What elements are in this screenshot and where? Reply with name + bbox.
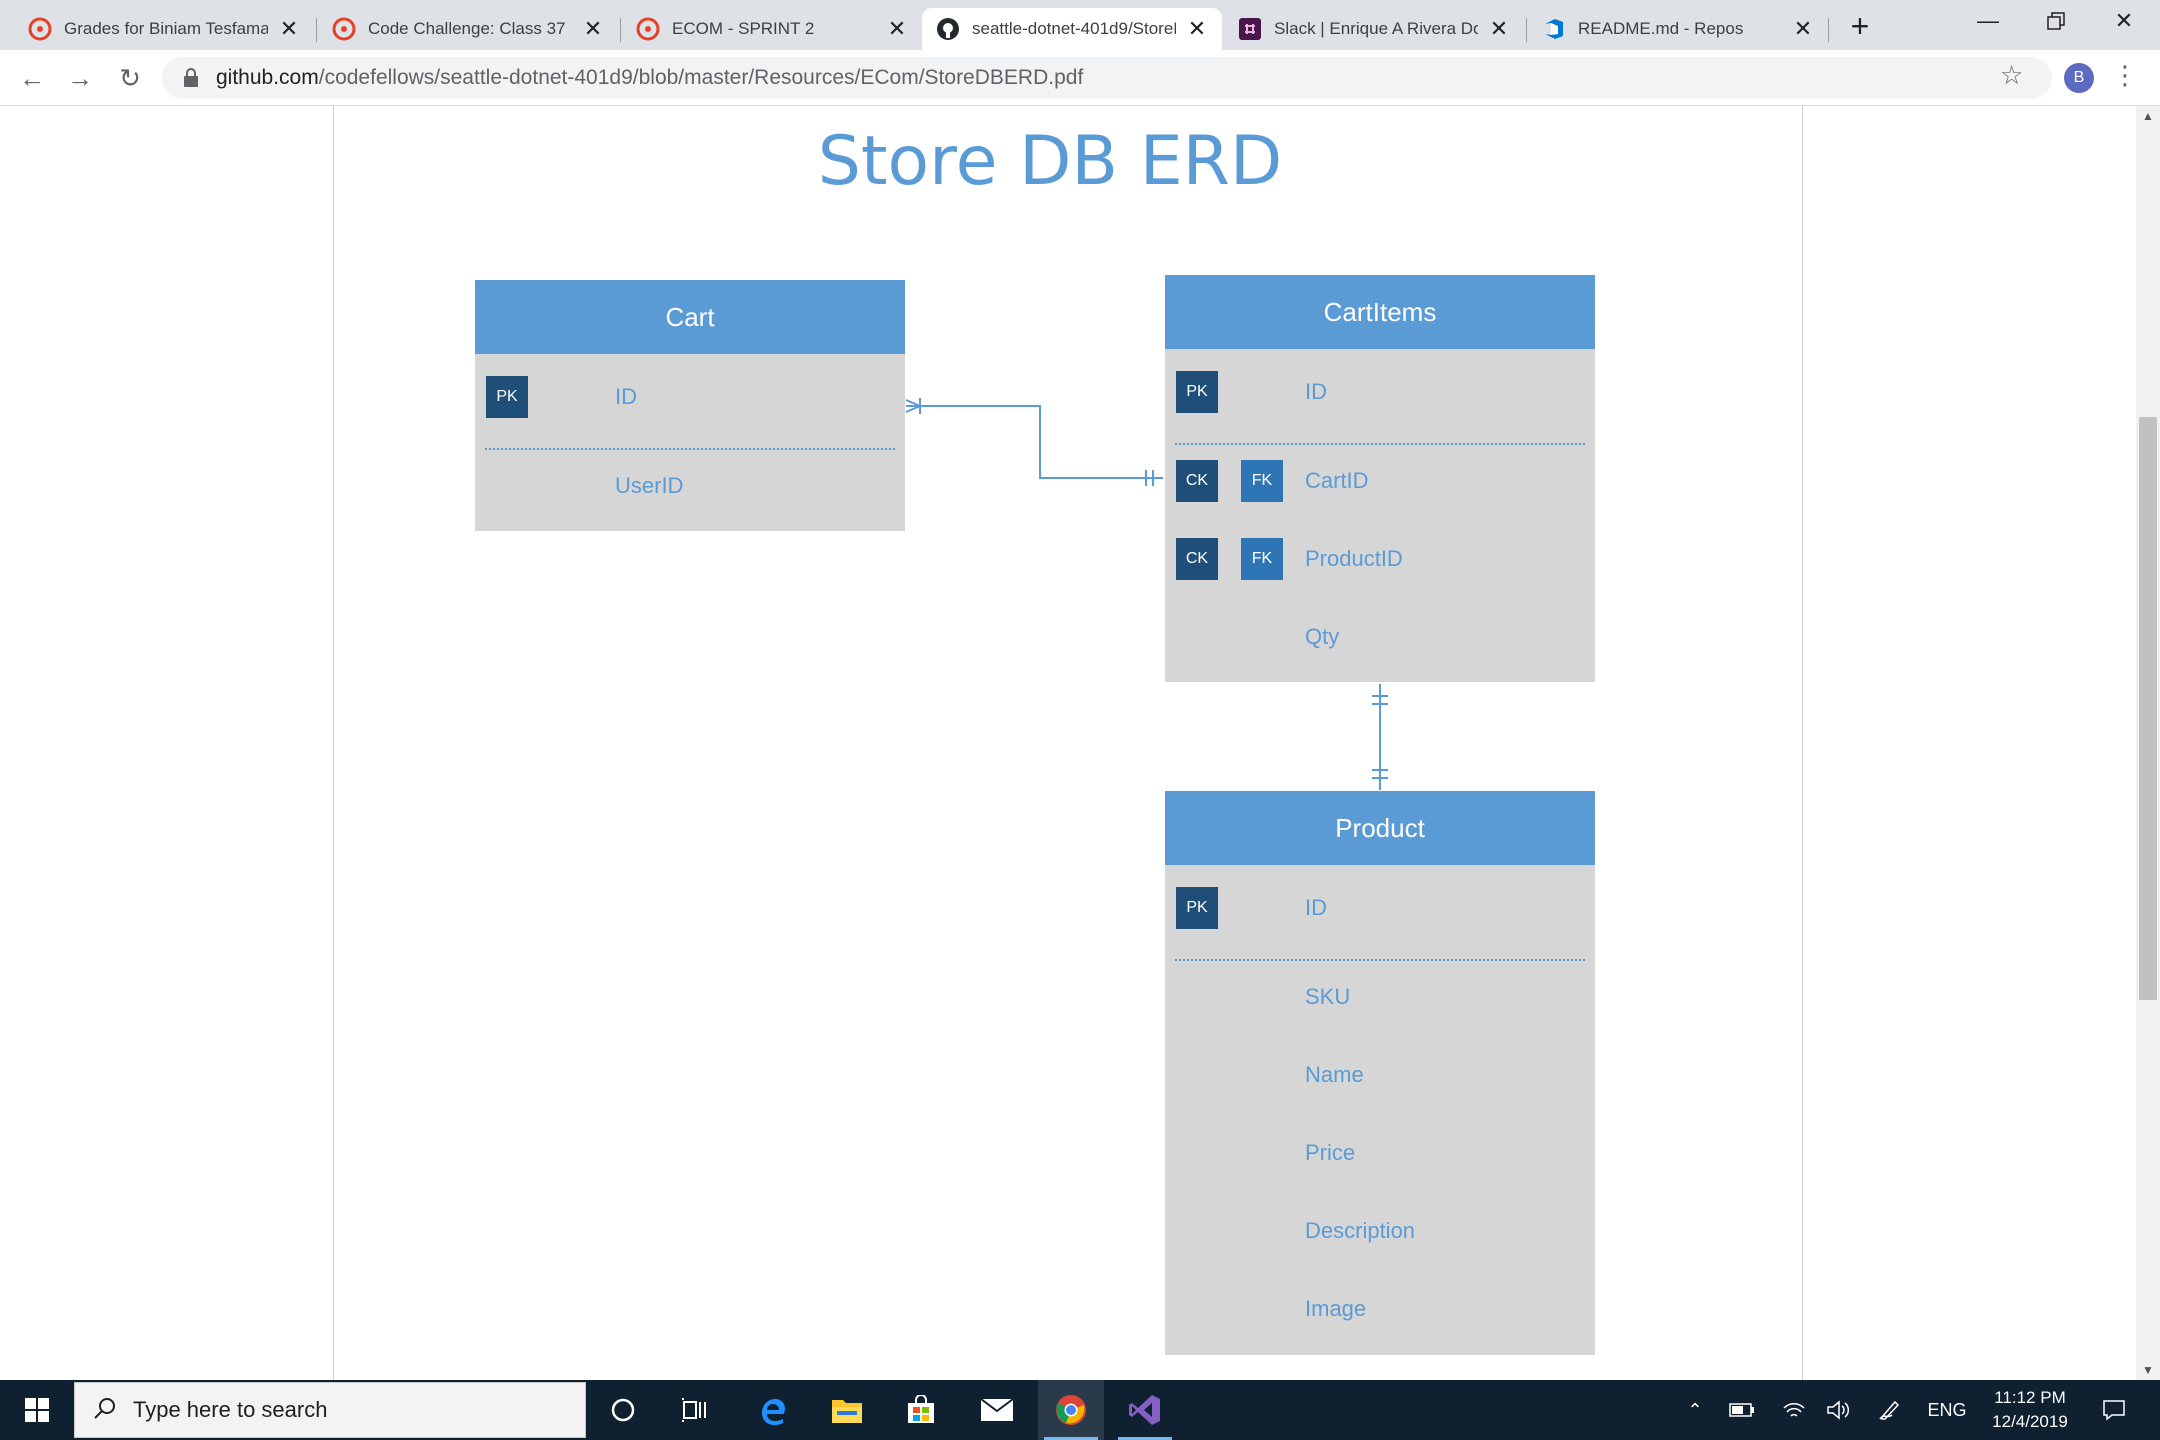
scrollbar-thumb[interactable] [2139,417,2157,1000]
cortana-icon[interactable] [590,1380,656,1440]
minimize-icon[interactable]: — [1954,0,2022,42]
cartitems-product-relationship [1372,684,1388,790]
battery-icon[interactable] [1722,1380,1762,1440]
tab-title: Slack | Enrique A Rivera Do [1274,19,1478,38]
tab-slack[interactable]: Slack | Enrique A Rivera Do ✕ [1224,8,1524,50]
github-icon [936,17,960,41]
address-bar[interactable]: github.com/codefellows/seattle-dotnet-40… [162,57,2052,99]
tab-title: Grades for Biniam Tesfamariam [64,19,268,38]
scroll-up-arrow-icon[interactable]: ▲ [2136,106,2160,126]
task-view-icon[interactable] [662,1380,728,1440]
tab-title: ECOM - SPRINT 2 [672,19,815,38]
pen-icon[interactable] [1870,1380,1910,1440]
tab-divider [1526,18,1527,42]
system-clock[interactable]: 11:12 PM 12/4/2019 [1970,1386,2090,1434]
clock-time: 11:12 PM [1994,1388,2066,1407]
canvas-icon [332,17,356,41]
tab-code-challenge[interactable]: Code Challenge: Class 37 ✕ [318,8,618,50]
cart-cartitems-relationship [905,398,1163,486]
close-icon[interactable]: ✕ [1488,16,1510,42]
tab-divider [1828,18,1829,42]
tab-grades[interactable]: Grades for Biniam Tesfamariam ✕ [14,8,314,50]
chrome-icon[interactable] [1038,1380,1104,1440]
reload-icon[interactable]: ↻ [110,58,150,98]
taskbar-search-input[interactable]: Type here to search [74,1382,586,1438]
close-icon[interactable]: ✕ [278,16,300,42]
windows-start-icon[interactable] [4,1380,70,1440]
browser-toolbar: ← → ↻ github.com/codefellows/seattle-dot… [0,50,2160,106]
tab-readme-repos[interactable]: README.md - Repos ✕ [1528,8,1828,50]
tab-title: Code Challenge: Class 37 [368,19,566,38]
forward-arrow-icon[interactable]: → [60,58,100,98]
search-icon [93,1396,117,1425]
close-icon[interactable]: ✕ [886,16,908,42]
mail-icon[interactable] [964,1380,1030,1440]
azure-devops-icon [1542,17,1566,41]
back-arrow-icon[interactable]: ← [12,58,52,98]
notifications-icon[interactable] [2094,1380,2134,1440]
profile-avatar[interactable]: B [2064,63,2094,93]
close-icon[interactable]: ✕ [1186,16,1208,42]
slack-icon [1238,17,1262,41]
chevron-up-icon[interactable]: ⌃ [1680,1380,1710,1440]
clock-date: 12/4/2019 [1992,1412,2068,1431]
relationship-connectors [905,398,1388,790]
pdf-viewer[interactable]: Store DB ERD Cart PK ID UserID CartItems… [0,106,2160,1380]
new-tab-button[interactable]: + [1842,8,1878,44]
windows-taskbar: Type here to search ⌃ ENG 11:12 PM 12/4/… [0,1380,2160,1440]
tab-title: seattle-dotnet-401d9/StoreDBERD.pdf [972,19,1176,38]
wifi-icon[interactable] [1774,1380,1814,1440]
tab-divider [620,18,621,42]
url-path: /codefellows/seattle-dotnet-401d9/blob/m… [318,66,1084,89]
canvas-icon [28,17,52,41]
close-icon[interactable]: ✕ [582,16,604,42]
file-explorer-icon[interactable] [814,1380,880,1440]
tab-title: README.md - Repos [1578,19,1744,38]
bookmark-star-icon[interactable]: ☆ [2000,60,2023,91]
language-indicator[interactable]: ENG [1920,1380,1974,1440]
scroll-down-arrow-icon[interactable]: ▼ [2136,1360,2160,1380]
close-window-icon[interactable]: ✕ [2090,0,2158,42]
close-icon[interactable]: ✕ [1792,16,1814,42]
tab-divider [316,18,317,42]
edge-browser-icon[interactable] [740,1380,806,1440]
search-placeholder: Type here to search [133,1397,328,1422]
menu-kebab-icon[interactable]: ⋮ [2112,60,2138,91]
tab-ecom-sprint[interactable]: ECOM - SPRINT 2 ✕ [622,8,922,50]
visual-studio-icon[interactable] [1112,1380,1178,1440]
url-text: github.com/codefellows/seattle-dotnet-40… [216,66,1083,90]
url-host: github.com [216,66,319,89]
store-icon[interactable] [888,1380,954,1440]
lock-icon[interactable] [180,67,202,89]
canvas-icon [636,17,660,41]
restore-icon[interactable] [2022,0,2090,42]
vertical-scrollbar[interactable]: ▲ ▼ [2136,106,2160,1380]
tab-github-erd[interactable]: seattle-dotnet-401d9/StoreDBERD.pdf ✕ [922,8,1222,50]
volume-icon[interactable] [1818,1380,1858,1440]
tab-strip: Grades for Biniam Tesfamariam ✕ Code Cha… [0,0,2160,50]
